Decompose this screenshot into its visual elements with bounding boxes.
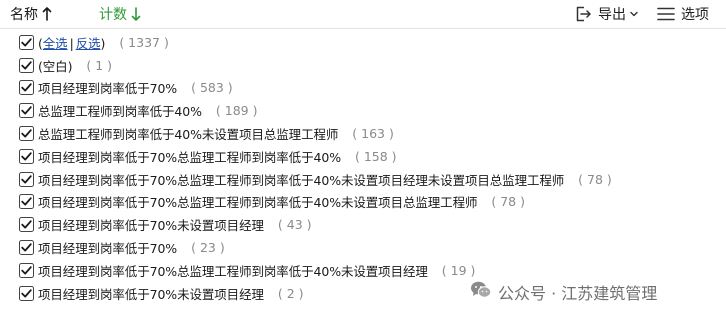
checkbox-checked-icon[interactable] (19, 103, 34, 119)
sort-by-name-button[interactable]: 名称 (10, 4, 52, 24)
list-item-label: 项目经理到岗率低于70%总监理工程师到岗率低于40%未设置项目经理 (38, 263, 428, 279)
list-item-count: ( 2 ) (277, 285, 304, 301)
filter-header: 名称 计数 导出 选项 (0, 0, 726, 29)
list-item[interactable]: 项目经理到岗率低于70%未设置项目经理 ( 43 ) (0, 213, 726, 236)
arrow-up-icon (42, 7, 52, 21)
list-item-label: 项目经理到岗率低于70%未设置项目经理 (38, 286, 264, 302)
list-item-label: 项目经理到岗率低于70%未设置项目经理 (38, 218, 264, 234)
list-item-label: 项目经理到岗率低于70%总监理工程师到岗率低于40% (38, 149, 341, 165)
list-item-label: 项目经理到岗率低于70%总监理工程师到岗率低于40%未设置项目总监理工程师 (38, 195, 478, 211)
list-item[interactable]: 项目经理到岗率低于70% ( 23 ) (0, 236, 726, 259)
filter-list: (全选 | 反选) ( 1337 ) (空白) ( 1 ) 项目经理到岗率低于70% ( … (0, 31, 726, 305)
options-label: 选项 (681, 7, 709, 23)
invert-selection-link[interactable]: 反选 (76, 36, 101, 51)
list-item-label: 项目经理到岗率低于70%总监理工程师到岗率低于40%未设置项目经理未设置项目总监… (38, 172, 565, 188)
list-item-count: ( 43 ) (277, 217, 312, 233)
list-item[interactable]: 项目经理到岗率低于70%总监理工程师到岗率低于40%未设置项目经理未设置项目总监… (0, 168, 726, 191)
select-all-link[interactable]: 全选 (43, 36, 68, 51)
list-item-label: (空白) (38, 58, 73, 74)
select-all-row: (全选 | 反选) ( 1337 ) (0, 31, 726, 54)
list-item-count: ( 1 ) (86, 57, 113, 73)
checkbox-checked-icon[interactable] (19, 217, 34, 233)
filter-panel: 名称 计数 导出 选项 (全选 | 反选) (1337) (空白) (1 … (0, 0, 726, 320)
list-item[interactable]: 项目经理到岗率低于70%总监理工程师到岗率低于40% ( 158 ) (0, 145, 726, 168)
list-item-count: ( 19 ) (441, 262, 476, 278)
list-item-label: 总监理工程师到岗率低于40%未设置项目总监理工程师 (38, 127, 339, 143)
arrow-down-icon (131, 7, 141, 21)
list-item[interactable]: (空白) ( 1 ) (0, 54, 726, 77)
list-item-count: ( 189 ) (215, 103, 258, 119)
list-item[interactable]: 总监理工程师到岗率低于40%未设置项目总监理工程师 ( 163 ) (0, 122, 726, 145)
sort-by-name-label: 名称 (10, 7, 38, 23)
wechat-icon (470, 280, 498, 304)
list-item[interactable]: 项目经理到岗率低于70%总监理工程师到岗率低于40%未设置项目经理 ( 19 ) (0, 259, 726, 282)
close-paren: ) (100, 35, 106, 51)
sort-by-count-button[interactable]: 计数 (99, 4, 141, 24)
list-item-label: 项目经理到岗率低于70% (38, 81, 178, 97)
options-button[interactable]: 选项 (657, 4, 709, 24)
list-item-count: ( 583 ) (191, 80, 233, 96)
list-item-count: ( 23 ) (191, 240, 225, 256)
list-item-count: ( 163 ) (352, 126, 394, 142)
checkbox-checked-icon[interactable] (19, 57, 34, 73)
checkbox-checked-icon[interactable] (19, 148, 34, 164)
chevron-down-icon (630, 11, 638, 17)
checkbox-checked-icon[interactable] (19, 285, 34, 301)
export-label: 导出 (598, 7, 626, 23)
select-all-group: (全选 | 反选) (38, 33, 105, 52)
list-item[interactable]: 项目经理到岗率低于70%总监理工程师到岗率低于40%未设置项目总监理工程师 ( 7… (0, 191, 726, 214)
watermark: 公众号 · 江苏建筑管理 (470, 280, 657, 304)
checkbox-checked-icon[interactable] (19, 171, 34, 187)
list-item-label: 总监理工程师到岗率低于40% (38, 104, 202, 120)
export-icon (574, 5, 592, 23)
list-item-count: ( 158 ) (354, 148, 397, 164)
list-item-count: ( 78 ) (578, 171, 612, 187)
menu-lines-icon (657, 6, 675, 22)
separator: | (69, 35, 74, 51)
checkbox-checked-icon[interactable] (19, 262, 34, 278)
checkbox-checked-icon[interactable] (19, 194, 34, 210)
list-item-label: 项目经理到岗率低于70% (38, 241, 178, 257)
checkbox-checked-icon[interactable] (19, 126, 34, 142)
checkbox-checked-icon[interactable] (19, 240, 34, 256)
checkbox-checked-icon[interactable] (19, 34, 34, 50)
export-button[interactable]: 导出 (574, 4, 638, 24)
watermark-text: 公众号 · 江苏建筑管理 (498, 284, 658, 303)
checkbox-checked-icon[interactable] (19, 80, 34, 96)
total-count: ( 1337 ) (119, 34, 169, 50)
list-item[interactable]: 总监理工程师到岗率低于40% ( 189 ) (0, 99, 726, 122)
list-item-count: ( 78 ) (491, 194, 525, 210)
sort-by-count-label: 计数 (99, 7, 127, 23)
list-item[interactable]: 项目经理到岗率低于70% ( 583 ) (0, 77, 726, 100)
